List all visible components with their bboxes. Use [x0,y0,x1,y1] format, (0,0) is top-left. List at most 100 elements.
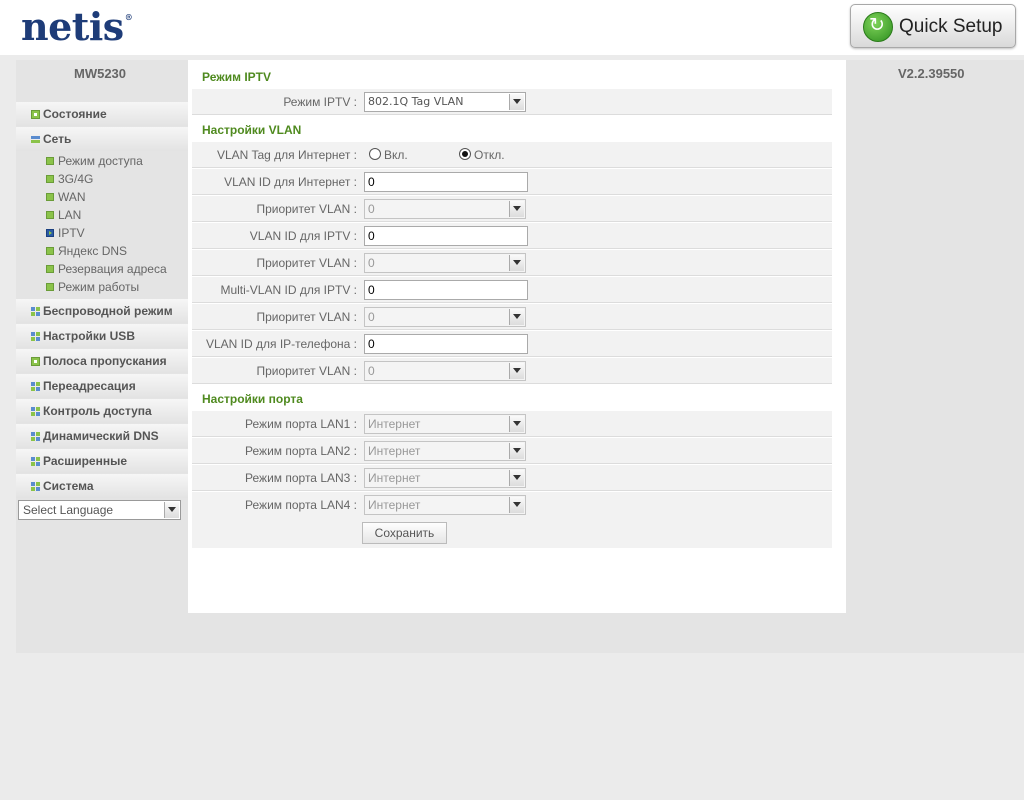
sidebar-subitem-lan[interactable]: LAN [16,206,188,224]
vlan-priority-select[interactable]: 0 [364,307,526,327]
bullet-icon [46,175,54,183]
vlan-tag-on-radio[interactable] [369,148,381,160]
device-model: MW5230 [74,66,127,81]
field-label: Режим IPTV : [283,95,357,109]
select-value: Интернет [368,444,421,458]
quick-setup-label: Quick Setup [899,16,1003,37]
grid-icon [31,407,40,416]
sidebar-subitem-address-reservation[interactable]: Резервация адреса [16,260,188,278]
quick-setup-button[interactable]: Quick Setup [850,4,1016,48]
chevron-down-icon [509,443,524,459]
sidebar-subitem-iptv[interactable]: IPTV [16,224,188,242]
language-select[interactable]: Select Language [18,500,181,520]
sidebar-subitem-label: LAN [58,208,82,222]
main-content: Режим IPTV Режим IPTV : 802.1Q Tag VLAN … [188,60,846,613]
sidebar-subitem-label: Яндекс DNS [58,244,128,258]
sidebar-subitem-label: Резервация адреса [58,262,167,276]
form-row-phone-vlan-id: VLAN ID для IP-телефона : 0 [192,331,832,357]
chevron-down-icon [509,416,524,432]
chevron-down-icon [509,94,524,110]
section-title-iptv: Режим IPTV [192,62,832,90]
save-button[interactable]: Сохранить [362,522,447,544]
sidebar-item-access-control[interactable]: Контроль доступа [16,399,188,423]
internet-vlan-id-input[interactable]: 0 [364,172,528,192]
form-actions: Сохранить [192,517,832,548]
multi-vlan-id-input[interactable]: 0 [364,280,528,300]
sidebar-item-status[interactable]: Состояние [16,102,188,126]
sidebar-subitem-access-mode[interactable]: Режим доступа [16,152,188,170]
section-title-ports: Настройки порта [192,384,832,412]
sidebar: Состояние Сеть Режим доступа 3G/4G WAN L… [16,102,188,499]
form-row-lan3-mode: Режим порта LAN3 : Интернет [192,465,832,491]
lan2-mode-select[interactable]: Интернет [364,441,526,461]
vlan-priority-select[interactable]: 0 [364,361,526,381]
form-row-multi-vlan-id: Multi-VLAN ID для IPTV : 0 [192,277,832,303]
form-row-vlan-priority-4: Приоритет VLAN : 0 [192,358,832,384]
sidebar-item-wireless[interactable]: Беспроводной режим [16,299,188,323]
lan4-mode-select[interactable]: Интернет [364,495,526,515]
field-label: VLAN ID для IPTV : [249,229,357,243]
sidebar-item-label: Сеть [43,132,72,146]
field-label: VLAN Tag для Интернет : [216,148,357,162]
page-body: MW5230 V2.2.39550 Состояние Сеть Режим д… [16,60,1024,653]
radio-label: Откл. [474,148,505,162]
bullet-icon [46,157,54,165]
select-value: 0 [368,364,375,378]
radio-label: Вкл. [384,148,408,162]
lan1-mode-select[interactable]: Интернет [364,414,526,434]
form-row-iptv-vlan-id: VLAN ID для IPTV : 0 [192,223,832,249]
phone-vlan-id-input[interactable]: 0 [364,334,528,354]
sidebar-item-label: Беспроводной режим [43,304,173,318]
sidebar-item-system[interactable]: Система [16,474,188,498]
sidebar-item-label: Переадресация [43,379,136,393]
iptv-mode-select[interactable]: 802.1Q Tag VLAN [364,92,526,112]
field-label: Приоритет VLAN : [256,256,357,270]
sidebar-subitem-label: Режим доступа [58,154,143,168]
lan3-mode-select[interactable]: Интернет [364,468,526,488]
sidebar-subitem-label: Режим работы [58,280,140,294]
select-value: 0 [368,310,375,324]
bullet-icon [46,247,54,255]
chevron-down-icon [509,309,524,325]
select-value: 0 [368,202,375,216]
sidebar-item-ddns[interactable]: Динамический DNS [16,424,188,448]
select-value: 0 [368,256,375,270]
section-title-vlan: Настройки VLAN [192,115,832,143]
active-arrow-icon [46,229,54,237]
iptv-vlan-id-input[interactable]: 0 [364,226,528,246]
sidebar-item-label: Состояние [43,107,107,121]
sidebar-item-label: Расширенные [43,454,127,468]
form-row-iptv-mode: Режим IPTV : 802.1Q Tag VLAN [192,89,832,115]
sidebar-item-bandwidth[interactable]: Полоса пропускания [16,349,188,373]
grid-icon [31,432,40,441]
sidebar-subitem-3g4g[interactable]: 3G/4G [16,170,188,188]
form-row-vlan-priority-2: Приоритет VLAN : 0 [192,250,832,276]
vlan-priority-select[interactable]: 0 [364,199,526,219]
sidebar-subitem-wan[interactable]: WAN [16,188,188,206]
select-value: Интернет [368,498,421,512]
grid-icon [31,307,40,316]
field-label: Приоритет VLAN : [256,310,357,324]
form-row-lan1-mode: Режим порта LAN1 : Интернет [192,411,832,437]
firmware-version: V2.2.39550 [898,66,965,81]
menu-bullet-icon [31,357,40,366]
sidebar-item-network[interactable]: Сеть [16,127,188,151]
field-label: Режим порта LAN3 : [245,471,357,485]
sidebar-item-advanced[interactable]: Расширенные [16,449,188,473]
chevron-down-icon [164,502,179,518]
field-label: VLAN ID для IP-телефона : [205,337,357,351]
bullet-icon [46,211,54,219]
select-value: Интернет [368,471,421,485]
language-select-value: Select Language [23,503,114,517]
sidebar-item-label: Динамический DNS [43,429,159,443]
sidebar-subitem-operation-mode[interactable]: Режим работы [16,278,188,296]
form-row-lan2-mode: Режим порта LAN2 : Интернет [192,438,832,464]
sidebar-subitem-yandex-dns[interactable]: Яндекс DNS [16,242,188,260]
sidebar-subitem-label: WAN [58,190,86,204]
sidebar-item-usb[interactable]: Настройки USB [16,324,188,348]
sidebar-item-forwarding[interactable]: Переадресация [16,374,188,398]
form-row-vlan-priority-1: Приоритет VLAN : 0 [192,196,832,222]
vlan-priority-select[interactable]: 0 [364,253,526,273]
grid-icon [31,482,40,491]
vlan-tag-off-radio[interactable] [459,148,471,160]
